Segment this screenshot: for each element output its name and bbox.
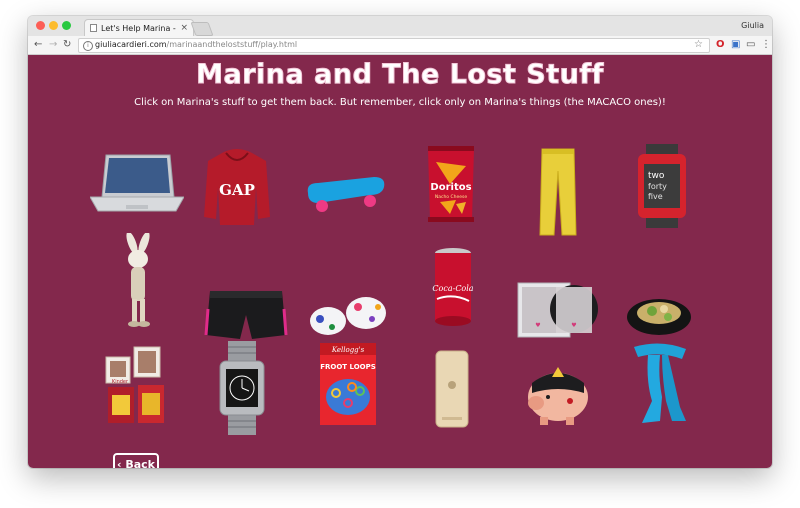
close-window-button[interactable] — [36, 21, 45, 30]
svg-text:forty: forty — [648, 182, 667, 191]
opera-extension-icon[interactable]: O — [716, 38, 725, 52]
svg-text:five: five — [648, 192, 663, 201]
forward-arrow-icon[interactable]: → — [49, 38, 57, 52]
blue-scarf-item[interactable] — [628, 341, 692, 425]
coca-cola-can-item[interactable]: Coca-Cola — [430, 247, 476, 327]
gold-iphone-item[interactable] — [432, 349, 472, 429]
browser-toolbar: ← → ↻ i giuliacardieri.com/marinaandthel… — [28, 36, 772, 55]
svg-text:Doritos: Doritos — [430, 182, 471, 193]
pebble-watch-item[interactable]: two forty five — [634, 144, 690, 228]
url-text: giuliacardieri.com/marinaandtheloststuff… — [95, 40, 298, 49]
zoom-window-button[interactable] — [62, 21, 71, 30]
svg-text:Kinder: Kinder — [112, 379, 129, 385]
page-title: Marina and The Lost Stuff — [196, 59, 604, 91]
pebble-steel-watch-item[interactable] — [218, 341, 266, 435]
yellow-pants-item[interactable] — [536, 147, 580, 237]
address-bar[interactable]: i giuliacardieri.com/marinaandtheloststu… — [78, 38, 710, 53]
browser-window: Let's Help Marina - Marina And × Giulia … — [28, 16, 772, 468]
info-icon[interactable]: i — [83, 41, 93, 51]
ring-pop-candies-item[interactable] — [308, 293, 390, 339]
game-page: Marina and The Lost Stuff Click on Marin… — [28, 55, 772, 468]
profile-name[interactable]: Giulia — [741, 21, 764, 30]
new-tab-button[interactable] — [190, 22, 214, 36]
browser-tab[interactable]: Let's Help Marina - Marina And × — [84, 19, 194, 37]
doritos-bag-item[interactable]: Doritos Nacho Cheese — [426, 144, 476, 224]
svg-text:Kellogg's: Kellogg's — [331, 346, 365, 354]
froot-loops-box-item[interactable]: Kellogg's FROOT LOOPS — [318, 341, 378, 427]
back-button[interactable]: ‹ Back — [113, 453, 159, 468]
minimize-window-button[interactable] — [49, 21, 58, 30]
svg-text:Coca-Cola: Coca-Cola — [432, 284, 473, 293]
bookmark-star-icon[interactable]: ☆ — [694, 39, 703, 50]
black-shorts-item[interactable] — [204, 287, 288, 343]
cast-icon[interactable]: ▭ — [746, 38, 755, 52]
svg-text:FROOT LOOPS: FROOT LOOPS — [320, 363, 376, 371]
extension-icon[interactable]: ▣ — [731, 38, 740, 52]
blue-skateboard-item[interactable] — [304, 173, 388, 215]
page-instructions: Click on Marina's stuff to get them back… — [134, 97, 666, 108]
back-arrow-icon[interactable]: ← — [34, 38, 42, 52]
chocolate-boxes-item[interactable]: Kinder — [102, 345, 168, 427]
svg-text:Nacho Cheese: Nacho Cheese — [435, 194, 468, 200]
svg-text:♥: ♥ — [571, 322, 576, 329]
britney-cd-item[interactable]: ♥ ♥ — [516, 281, 598, 341]
rabbit-figure-item[interactable] — [116, 233, 160, 329]
svg-text:♥: ♥ — [535, 322, 540, 329]
svg-text:two: two — [648, 171, 665, 181]
salad-bowl-item[interactable] — [626, 293, 692, 337]
tab-close-icon[interactable]: × — [180, 23, 188, 33]
reload-icon[interactable]: ↻ — [63, 38, 71, 52]
svg-text:GAP: GAP — [219, 181, 255, 199]
wonder-woman-piggy-bank-item[interactable] — [522, 363, 592, 427]
tab-strip: Let's Help Marina - Marina And × Giulia — [28, 16, 772, 37]
red-gap-hoodie-item[interactable]: GAP — [202, 147, 272, 227]
browser-menu-icon[interactable]: ⋮ — [761, 38, 771, 52]
laptop-item[interactable] — [90, 153, 184, 219]
page-favicon-icon — [90, 24, 97, 32]
tab-title: Let's Help Marina - Marina And — [101, 24, 179, 33]
